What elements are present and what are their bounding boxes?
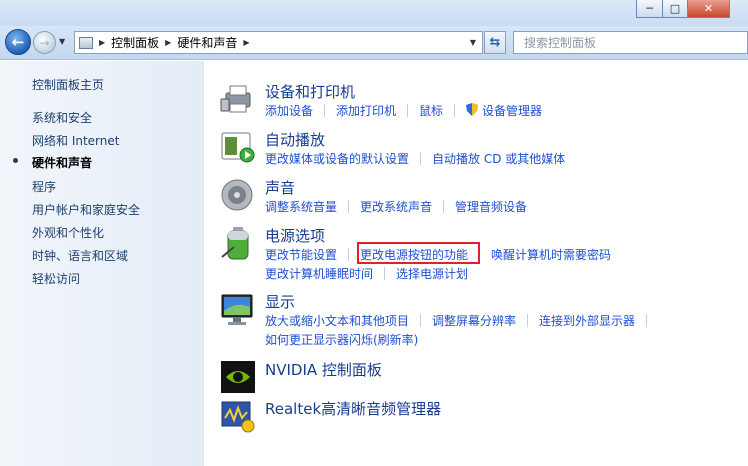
link-divider (324, 104, 326, 117)
battery-icon (221, 227, 249, 260)
category-title[interactable]: 自动播放 (265, 129, 325, 150)
manage-audio-devices-link[interactable]: 管理音频设备 (455, 198, 527, 215)
link-divider (348, 200, 350, 213)
sidebar-item-hardware-sound[interactable]: 硬件和声音 (32, 154, 92, 171)
shield-icon (466, 103, 479, 116)
sidebar-item-system-security[interactable]: 系统和安全 (32, 109, 92, 126)
adjust-resolution-link[interactable]: 调整屏幕分辨率 (432, 312, 516, 329)
zoom-text-link[interactable]: 放大或缩小文本和其他项目 (265, 312, 409, 329)
sidebar-item-programs[interactable]: 程序 (32, 178, 56, 195)
breadcrumb-hardware-sound[interactable]: 硬件和声音 (177, 34, 237, 51)
realtek-audio-icon (221, 401, 255, 433)
navigation-bar: ← → ▼ ▶ 控制面板 ▶ 硬件和声音 ▶ ▼ ⇆ 搜索控制面板 (0, 26, 748, 60)
require-password-on-wakeup-link[interactable]: 唤醒计算机时需要密码 (491, 246, 611, 263)
link-divider (420, 152, 422, 165)
mouse-link[interactable]: 鼠标 (419, 102, 443, 119)
address-dropdown-icon[interactable]: ▼ (470, 38, 476, 47)
title-bar: ─ □ ✕ (0, 0, 748, 26)
autoplay-cd-link[interactable]: 自动播放 CD 或其他媒体 (432, 150, 565, 167)
speaker-icon (221, 179, 253, 211)
connect-external-display-link[interactable]: 连接到外部显示器 (539, 312, 635, 329)
sidebar-item-network[interactable]: 网络和 Internet (32, 132, 119, 149)
link-divider (454, 104, 456, 117)
change-default-media-settings-link[interactable]: 更改媒体或设备的默认设置 (265, 150, 409, 167)
link-divider (407, 104, 409, 117)
active-bullet-icon (13, 158, 18, 163)
sidebar-item-appearance[interactable]: 外观和个性化 (32, 224, 104, 241)
sidebar-item-user-accounts[interactable]: 用户帐户和家庭安全 (32, 201, 140, 218)
sidebar: 控制面板主页 系统和安全 网络和 Internet 硬件和声音 程序 用户帐户和… (0, 61, 204, 466)
category-title[interactable]: 设备和打印机 (265, 81, 355, 102)
main-content: 设备和打印机 添加设备 添加打印机 鼠标 设备管理器 自动播放 更改媒体或设备的… (205, 61, 748, 466)
add-device-link[interactable]: 添加设备 (265, 102, 313, 119)
adjust-volume-link[interactable]: 调整系统音量 (265, 198, 337, 215)
fix-monitor-flicker-link[interactable]: 如何更正显示器闪烁(刷新率) (265, 331, 418, 348)
change-sleep-time-link[interactable]: 更改计算机睡眠时间 (265, 265, 373, 282)
forward-button[interactable]: → (33, 31, 56, 54)
printer-icon (220, 85, 251, 113)
sidebar-item-clock-region[interactable]: 时钟、语言和区域 (32, 247, 128, 264)
category-title[interactable]: 声音 (265, 177, 295, 198)
link-divider (646, 314, 648, 327)
sidebar-item-ease-of-access[interactable]: 轻松访问 (32, 270, 80, 287)
link-divider (384, 267, 386, 280)
autoplay-icon (221, 132, 255, 163)
refresh-button[interactable]: ⇆ (484, 31, 506, 54)
maximize-button[interactable]: □ (662, 0, 688, 18)
breadcrumb-control-panel[interactable]: 控制面板 (111, 34, 159, 51)
link-divider (420, 314, 422, 327)
close-button[interactable]: ✕ (687, 0, 730, 18)
add-printer-link[interactable]: 添加打印机 (336, 102, 396, 119)
back-button[interactable]: ← (5, 29, 31, 55)
nvidia-icon (221, 361, 255, 393)
chevron-right-icon[interactable]: ▶ (165, 38, 171, 47)
change-power-saving-settings-link[interactable]: 更改节能设置 (265, 246, 337, 263)
category-title[interactable]: NVIDIA 控制面板 (265, 359, 382, 380)
monitor-icon (221, 294, 253, 325)
link-divider (527, 314, 529, 327)
chevron-right-icon[interactable]: ▶ (243, 38, 249, 47)
control-panel-icon (79, 36, 93, 49)
category-title[interactable]: Realtek高清晰音频管理器 (265, 398, 441, 419)
search-input[interactable]: 搜索控制面板 (513, 31, 748, 54)
device-manager-link[interactable]: 设备管理器 (482, 102, 542, 119)
recent-pages-dropdown-icon[interactable]: ▼ (59, 37, 65, 46)
highlight-box (357, 242, 480, 264)
link-divider (348, 248, 350, 261)
sidebar-home-link[interactable]: 控制面板主页 (32, 76, 104, 93)
category-title[interactable]: 电源选项 (265, 225, 325, 246)
window-controls: ─ □ ✕ (636, 0, 730, 18)
address-bar[interactable]: ▶ 控制面板 ▶ 硬件和声音 ▶ ▼ (74, 31, 483, 54)
chevron-right-icon[interactable]: ▶ (99, 38, 105, 47)
category-title[interactable]: 显示 (265, 291, 295, 312)
change-system-sounds-link[interactable]: 更改系统声音 (360, 198, 432, 215)
choose-power-plan-link[interactable]: 选择电源计划 (396, 265, 468, 282)
minimize-button[interactable]: ─ (636, 0, 663, 18)
link-divider (443, 200, 445, 213)
